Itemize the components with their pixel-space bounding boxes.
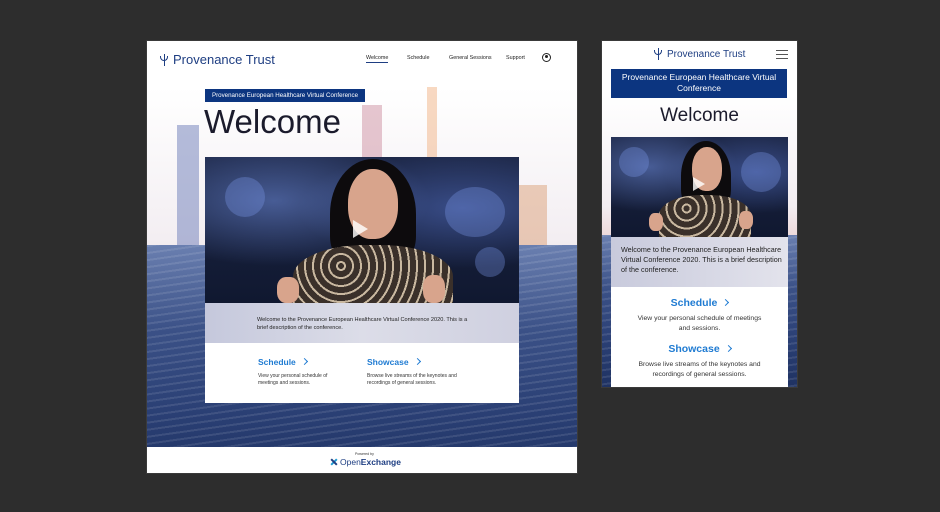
showcase-link-label: Showcase	[367, 357, 409, 367]
schedule-link-label: Schedule	[670, 297, 718, 309]
site-footer: Powered by Open Exchange	[147, 447, 577, 473]
description-text: Welcome to the Provenance European Healt…	[621, 245, 782, 274]
conference-badge: Provenance European Healthcare Virtual C…	[611, 69, 787, 98]
play-icon[interactable]	[353, 220, 368, 238]
nav-general-sessions[interactable]: General Sessions	[449, 55, 492, 61]
chevron-right-icon	[413, 357, 421, 366]
site-header: Provenance Trust Welcome Schedule Genera…	[147, 41, 577, 79]
user-circle-icon[interactable]	[542, 53, 551, 62]
openexchange-logo[interactable]: Open Exchange	[330, 457, 401, 467]
showcase-link[interactable]: Showcase	[611, 343, 788, 355]
feature-cards: Schedule View your personal schedule of …	[205, 343, 519, 403]
description-text: Welcome to the Provenance European Healt…	[257, 317, 468, 331]
schedule-description-text: View your personal schedule of meetings …	[637, 315, 762, 332]
page-title: Welcome	[660, 105, 739, 126]
openexchange-logo-open: Open	[340, 457, 361, 467]
schedule-description: View your personal schedule of meetings …	[611, 314, 788, 333]
showcase-description: Browse live streams of the keynotes and …	[367, 373, 457, 386]
showcase-link[interactable]: Showcase	[367, 357, 421, 367]
chevron-right-icon	[724, 344, 732, 353]
showcase-description-text: Browse live streams of the keynotes and …	[638, 361, 761, 378]
conference-badge: Provenance European Healthcare Virtual C…	[205, 89, 365, 102]
chevron-right-icon	[722, 298, 730, 307]
schedule-link-label: Schedule	[258, 357, 296, 367]
caduceus-icon	[654, 48, 663, 60]
openexchange-mark-icon	[330, 458, 338, 466]
video-player[interactable]	[611, 137, 788, 237]
conference-description: Welcome to the Provenance European Healt…	[205, 303, 519, 343]
brand-name: Provenance Trust	[667, 48, 746, 60]
nav-welcome[interactable]: Welcome	[366, 55, 389, 63]
hamburger-menu-icon[interactable]	[776, 50, 788, 59]
feature-cards: Schedule View your personal schedule of …	[611, 287, 788, 387]
showcase-description: Browse live streams of the keynotes and …	[611, 360, 788, 379]
video-player[interactable]	[205, 157, 519, 303]
schedule-link[interactable]: Schedule	[258, 357, 308, 367]
page-title: Welcome	[204, 103, 341, 140]
brand-logo[interactable]: Provenance Trust	[160, 52, 275, 67]
schedule-description: View your personal schedule of meetings …	[258, 373, 328, 386]
mobile-header: Provenance Trust	[602, 41, 797, 67]
openexchange-logo-exchange: Exchange	[360, 457, 401, 467]
brand-logo[interactable]: Provenance Trust	[654, 48, 745, 60]
nav-support[interactable]: Support	[506, 55, 525, 61]
powered-by-label: Powered by	[355, 452, 374, 456]
showcase-link-label: Showcase	[668, 343, 720, 355]
mobile-mockup: Provenance Trust Provenance European Hea…	[602, 41, 797, 387]
desktop-mockup: Provenance Trust Welcome Schedule Genera…	[147, 41, 577, 473]
caduceus-icon	[160, 53, 169, 66]
conference-description: Welcome to the Provenance European Healt…	[611, 237, 788, 287]
play-icon[interactable]	[693, 177, 705, 191]
brand-name: Provenance Trust	[173, 52, 275, 67]
nav-schedule[interactable]: Schedule	[407, 55, 429, 61]
chevron-right-icon	[300, 357, 308, 366]
schedule-link[interactable]: Schedule	[611, 297, 788, 309]
